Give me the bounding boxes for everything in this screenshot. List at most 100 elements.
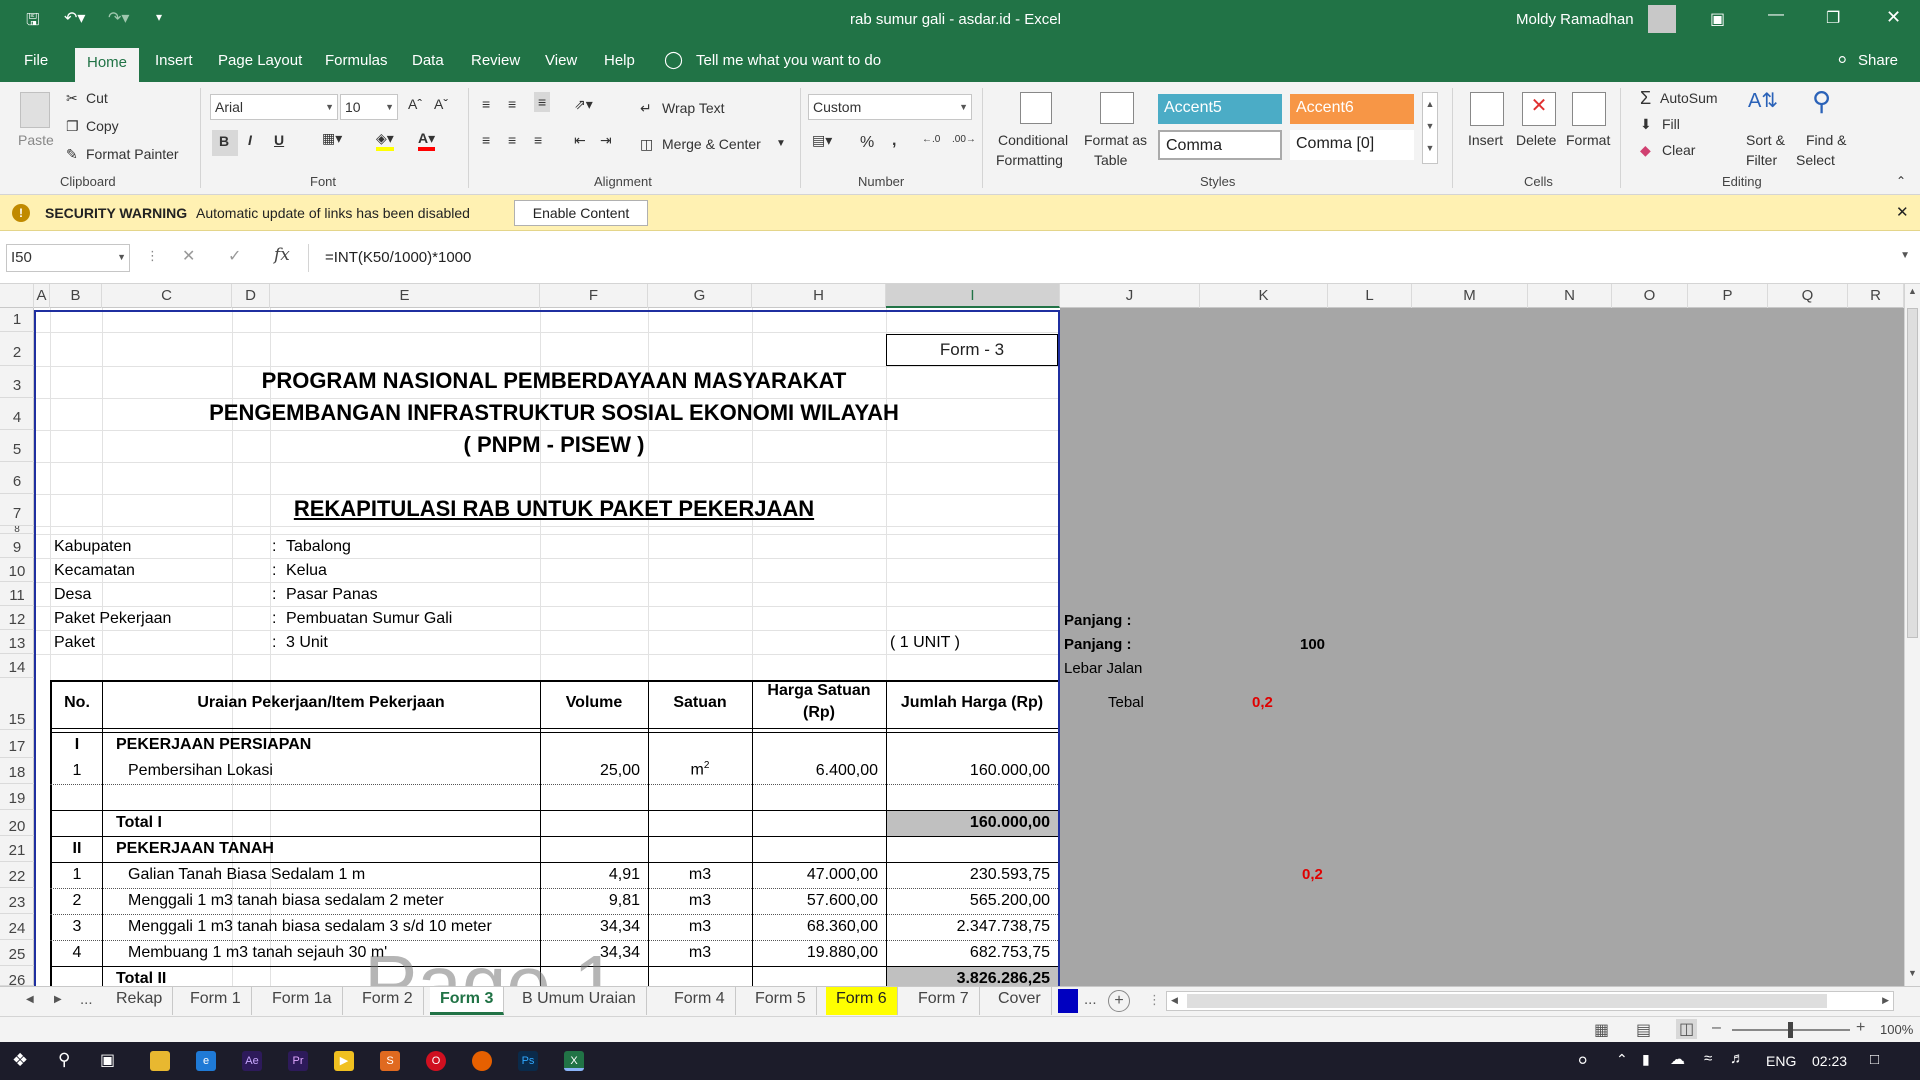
align-left-icon[interactable]: ≡: [482, 132, 490, 148]
font-name-select[interactable]: Arial ▼: [210, 94, 338, 120]
column-header[interactable]: A: [34, 284, 50, 308]
firefox-icon[interactable]: [472, 1051, 492, 1071]
column-header[interactable]: P: [1688, 284, 1768, 308]
decrease-indent-icon[interactable]: ⇤: [574, 132, 586, 149]
notifications-icon[interactable]: □: [1870, 1051, 1879, 1068]
wifi-icon[interactable]: ≈: [1704, 1050, 1712, 1067]
grow-font-icon[interactable]: Aˆ: [408, 96, 422, 112]
find-select-button[interactable]: Find &: [1806, 132, 1846, 148]
row-header[interactable]: 24: [0, 914, 34, 940]
insert-cells-button[interactable]: Insert: [1468, 132, 1503, 148]
cancel-icon[interactable]: ✕: [182, 246, 195, 266]
search-icon[interactable]: ⚲: [58, 1050, 70, 1070]
tray-up-icon[interactable]: ⌃: [1616, 1051, 1628, 1068]
copy-button[interactable]: Copy: [86, 118, 119, 134]
tab-page-layout[interactable]: Page Layout: [218, 52, 302, 69]
row-header[interactable]: 25: [0, 940, 34, 966]
cut-button[interactable]: Cut: [86, 90, 108, 106]
column-header[interactable]: C: [102, 284, 232, 308]
row-header[interactable]: 9: [0, 534, 34, 558]
column-header-selected[interactable]: I: [886, 284, 1060, 308]
redo-icon[interactable]: ↷▾: [108, 8, 129, 28]
close-icon[interactable]: ✕: [1886, 7, 1901, 28]
align-top-icon[interactable]: ≡: [482, 96, 490, 112]
sheet-tab-form2[interactable]: Form 2: [352, 987, 424, 1015]
row-header[interactable]: 17: [0, 730, 34, 758]
italic-button[interactable]: I: [248, 132, 252, 148]
font-size-select[interactable]: 10 ▼: [340, 94, 398, 120]
orientation-icon[interactable]: ⇗▾: [574, 96, 593, 113]
align-middle-icon[interactable]: ≡: [508, 96, 516, 112]
tab-view[interactable]: View: [545, 52, 577, 69]
sheet-tab-cover[interactable]: Cover: [988, 987, 1052, 1015]
row-header[interactable]: 14: [0, 654, 34, 678]
autosum-button[interactable]: AutoSum: [1660, 90, 1718, 106]
scroll-thumb[interactable]: [1187, 994, 1827, 1008]
row-header[interactable]: 18: [0, 758, 34, 784]
paste-icon[interactable]: [20, 92, 50, 128]
minimize-icon[interactable]: —: [1768, 6, 1784, 24]
tell-me-search[interactable]: Tell me what you want to do: [696, 52, 881, 69]
customize-toolbar-icon[interactable]: ▾: [156, 10, 162, 24]
media-player-icon[interactable]: ▶: [334, 1051, 354, 1071]
sheet-tab-form1[interactable]: Form 1: [180, 987, 252, 1015]
scroll-left-icon[interactable]: ◀: [1171, 995, 1178, 1006]
row-header[interactable]: 2: [0, 332, 34, 366]
format-cells-button[interactable]: Format: [1566, 132, 1610, 148]
volume-icon[interactable]: ♬: [1730, 1050, 1745, 1067]
bold-button[interactable]: B: [212, 130, 238, 156]
decrease-decimal-icon[interactable]: .00→: [952, 134, 976, 145]
chevron-down-icon[interactable]: ▼: [776, 138, 786, 149]
vertical-scrollbar[interactable]: ▲ ▼: [1904, 284, 1920, 986]
styles-scroll[interactable]: ▲ ▼ ▼: [1422, 92, 1438, 164]
merge-center-button[interactable]: Merge & Center: [662, 136, 761, 152]
add-sheet-icon[interactable]: +: [1108, 990, 1130, 1012]
scroll-right-icon[interactable]: ▶: [1882, 995, 1889, 1006]
percent-button[interactable]: %: [860, 134, 874, 152]
style-comma[interactable]: Comma: [1158, 130, 1282, 160]
row-header[interactable]: 22: [0, 862, 34, 888]
borders-icon[interactable]: ▦▾: [322, 130, 342, 147]
row-header[interactable]: 23: [0, 888, 34, 914]
fill-button[interactable]: Fill: [1662, 116, 1680, 132]
tabs-more[interactable]: ...: [80, 991, 93, 1008]
column-header[interactable]: M: [1412, 284, 1528, 308]
row-header[interactable]: 15: [0, 678, 34, 730]
sheet-tab-b-umum-uraian[interactable]: B Umum Uraian: [512, 987, 647, 1015]
column-header[interactable]: B: [50, 284, 102, 308]
delete-cells-button[interactable]: Delete: [1516, 132, 1556, 148]
enable-content-button[interactable]: Enable Content: [514, 200, 648, 226]
expand-formula-icon[interactable]: ▼: [1900, 250, 1910, 261]
photoshop-icon[interactable]: Ps: [518, 1051, 538, 1071]
column-header[interactable]: Q: [1768, 284, 1848, 308]
row-header[interactable]: 7: [0, 494, 34, 526]
conditional-formatting-button[interactable]: Conditional: [998, 132, 1068, 148]
row-header[interactable]: 13: [0, 630, 34, 654]
column-header[interactable]: F: [540, 284, 648, 308]
row-header[interactable]: 1: [0, 308, 34, 332]
tab-home[interactable]: Home: [75, 48, 140, 82]
restore-icon[interactable]: ❐: [1826, 8, 1840, 28]
format-painter-button[interactable]: Format Painter: [86, 146, 179, 162]
close-warning-icon[interactable]: ✕: [1896, 203, 1909, 221]
page-break-view-icon[interactable]: ◫: [1676, 1019, 1698, 1039]
column-header[interactable]: D: [232, 284, 270, 308]
row-header[interactable]: 6: [0, 462, 34, 494]
row-header[interactable]: 19: [0, 784, 34, 810]
select-all-corner[interactable]: [0, 284, 34, 308]
zoom-in-icon[interactable]: +: [1856, 1019, 1865, 1037]
collapse-ribbon-icon[interactable]: ⌃: [1896, 174, 1906, 188]
premiere-icon[interactable]: Pr: [288, 1051, 308, 1071]
sheet-tab-rekap[interactable]: Rekap: [106, 987, 174, 1015]
share-button[interactable]: Share: [1858, 52, 1898, 69]
scroll-up-icon[interactable]: ▲: [1908, 286, 1917, 296]
column-header[interactable]: H: [752, 284, 886, 308]
fill-color-icon[interactable]: ◈▾: [376, 130, 394, 151]
row-header[interactable]: 8: [0, 526, 34, 534]
windows-start-icon[interactable]: ❖: [12, 1050, 28, 1071]
scroll-down-icon[interactable]: ▼: [1908, 968, 1917, 978]
sheet-tab-form1a[interactable]: Form 1a: [262, 987, 343, 1015]
row-header[interactable]: 10: [0, 558, 34, 582]
sheet-tab-form7[interactable]: Form 7: [908, 987, 980, 1015]
page-layout-view-icon[interactable]: ▤: [1636, 1020, 1651, 1040]
